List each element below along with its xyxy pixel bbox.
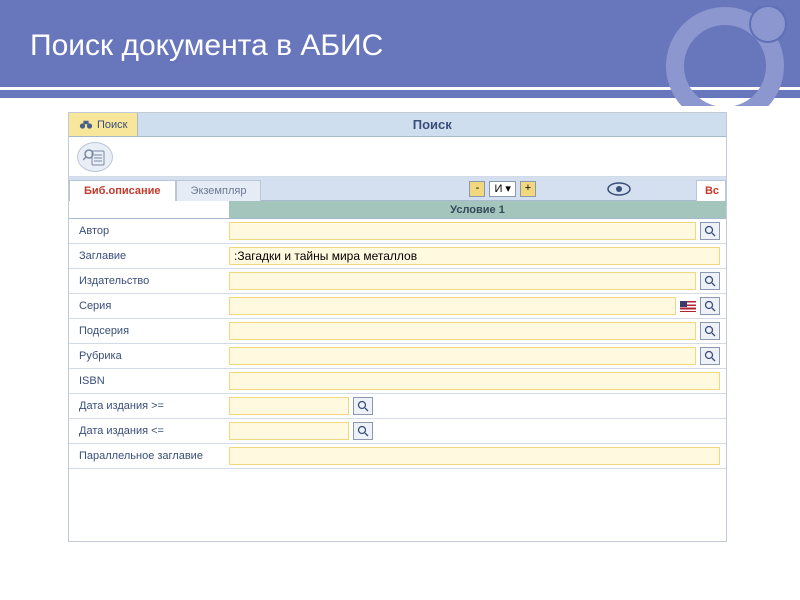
label-date-to: Дата издания <= bbox=[69, 425, 229, 437]
label-parallel-title: Параллельное заглавие bbox=[69, 450, 229, 462]
input-parallel-title[interactable] bbox=[229, 447, 720, 465]
subtab-bar: Биб.описание Экземпляр - И ▾ + Вс bbox=[69, 177, 726, 201]
row-title: Заглавие bbox=[69, 244, 726, 269]
lookup-publisher-button[interactable] bbox=[700, 272, 720, 290]
row-subseries: Подсерия bbox=[69, 319, 726, 344]
lookup-date-from-button[interactable] bbox=[353, 397, 373, 415]
window-tab-bar: Поиск Поиск bbox=[69, 113, 726, 137]
condition-header-label: Условие 1 bbox=[229, 201, 726, 218]
page-title: Поиск bbox=[138, 113, 726, 136]
label-publisher: Издательство bbox=[69, 275, 229, 287]
preview-icon[interactable] bbox=[604, 181, 634, 197]
add-condition-button[interactable]: + bbox=[520, 181, 536, 197]
lookup-date-to-button[interactable] bbox=[353, 422, 373, 440]
condition-header: Условие 1 bbox=[69, 201, 726, 219]
logic-operator-select[interactable]: И ▾ bbox=[489, 181, 515, 197]
label-isbn: ISBN bbox=[69, 375, 229, 387]
subtab-all[interactable]: Вс bbox=[696, 180, 726, 201]
label-series: Серия bbox=[69, 300, 229, 312]
lookup-author-button[interactable] bbox=[700, 222, 720, 240]
label-title: Заглавие bbox=[69, 250, 229, 262]
row-isbn: ISBN bbox=[69, 369, 726, 394]
row-parallel-title: Параллельное заглавие bbox=[69, 444, 726, 469]
lookup-rubric-button[interactable] bbox=[700, 347, 720, 365]
input-isbn[interactable] bbox=[229, 372, 720, 390]
row-author: Автор bbox=[69, 219, 726, 244]
app-window: Поиск Поиск Биб.описание Экземпляр - И ▾… bbox=[68, 112, 727, 542]
input-rubric[interactable] bbox=[229, 347, 696, 365]
tab-search[interactable]: Поиск bbox=[69, 113, 138, 136]
input-series[interactable] bbox=[229, 297, 676, 315]
input-subseries[interactable] bbox=[229, 322, 696, 340]
input-author[interactable] bbox=[229, 222, 696, 240]
row-date-to: Дата издания <= bbox=[69, 419, 726, 444]
row-date-from: Дата издания >= bbox=[69, 394, 726, 419]
row-series: Серия bbox=[69, 294, 726, 319]
subtab-bib[interactable]: Биб.описание bbox=[69, 180, 176, 201]
lookup-series-button[interactable] bbox=[700, 297, 720, 315]
decorative-circles bbox=[650, 6, 790, 106]
subtab-controls: - И ▾ + bbox=[469, 177, 695, 200]
remove-condition-button[interactable]: - bbox=[469, 181, 485, 197]
search-form: Автор Заглавие Издательство Серия bbox=[69, 219, 726, 469]
slide-header: Поиск документа в АБИС bbox=[0, 0, 800, 98]
flag-icon bbox=[680, 301, 696, 312]
input-title[interactable] bbox=[229, 247, 720, 265]
toolbar bbox=[69, 137, 726, 177]
row-rubric: Рубрика bbox=[69, 344, 726, 369]
lookup-subseries-button[interactable] bbox=[700, 322, 720, 340]
row-publisher: Издательство bbox=[69, 269, 726, 294]
subtab-exemplar[interactable]: Экземпляр bbox=[176, 180, 262, 201]
input-publisher[interactable] bbox=[229, 272, 696, 290]
input-date-to[interactable] bbox=[229, 422, 349, 440]
binoculars-icon bbox=[79, 119, 93, 131]
catalog-search-icon[interactable] bbox=[77, 142, 113, 172]
label-author: Автор bbox=[69, 225, 229, 237]
label-date-from: Дата издания >= bbox=[69, 400, 229, 412]
label-subseries: Подсерия bbox=[69, 325, 229, 337]
tab-search-label: Поиск bbox=[97, 119, 127, 131]
input-date-from[interactable] bbox=[229, 397, 349, 415]
label-rubric: Рубрика bbox=[69, 350, 229, 362]
